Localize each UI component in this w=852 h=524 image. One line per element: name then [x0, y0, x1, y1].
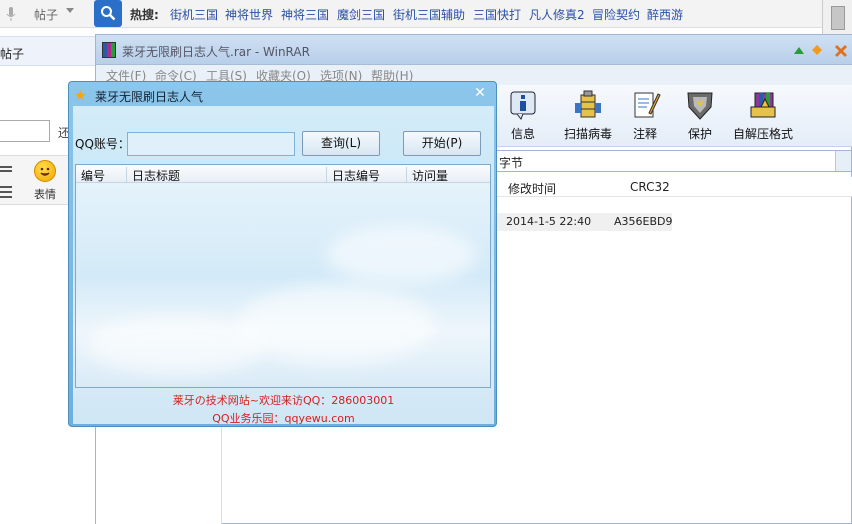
microphone-icon[interactable] — [6, 6, 20, 22]
chevron-down-icon[interactable] — [66, 8, 74, 13]
search-mode-select[interactable]: 帖子 — [34, 6, 58, 23]
protect-shield-icon — [687, 92, 713, 120]
footer-contact: 莱牙の技术网站~欢迎来访QQ：286003001 — [172, 394, 395, 407]
close-button[interactable]: ✕ — [469, 85, 491, 101]
col-title[interactable]: 日志标题 — [126, 167, 326, 183]
hot-link[interactable]: 街机三国 — [170, 6, 218, 23]
qq-label: QQ账号： — [75, 137, 130, 151]
dialog-title: 莱牙无限刷日志人气 — [95, 90, 204, 104]
bullet-list-icon[interactable] — [0, 186, 12, 188]
dialog-body: QQ账号： 查询(L) 开始(P) 编号 日志标题 日志编号 访问量 莱牙の技术… — [73, 106, 494, 426]
start-button[interactable]: 开始(P) — [403, 131, 481, 156]
footer-website[interactable]: QQ业务乐园：qqyewu.com — [73, 410, 494, 426]
info-icon — [510, 91, 536, 120]
hot-link[interactable]: 醉西游 — [647, 6, 683, 23]
comment-button[interactable]: 注释 — [615, 89, 675, 145]
browser-search-bar: 帖子 热搜: 街机三国 神将世界 神将三国 魔剑三国 街机三国辅助 三国快打 凡… — [0, 0, 852, 28]
page-scrollbar[interactable] — [822, 0, 852, 36]
star-icon: ★ — [74, 88, 87, 104]
hot-link[interactable]: 凡人修真2 — [529, 6, 585, 23]
hot-link[interactable]: 神将世界 — [225, 6, 273, 23]
row-modified: 2014-1-5 22:40 — [506, 215, 592, 228]
qq-account-input[interactable] — [127, 132, 295, 156]
emoji-icon[interactable] — [34, 160, 56, 182]
hot-link[interactable]: 三国快打 — [473, 6, 521, 23]
path-field[interactable]: 字节 — [494, 150, 852, 172]
tool-dialog: ★ 莱牙无限刷日志人气 ✕ QQ账号： 查询(L) 开始(P) 编号 日志标题 … — [68, 81, 497, 427]
winrar-title: 莱牙无限刷日志人气 — [122, 45, 231, 59]
col-visits[interactable]: 访问量 — [406, 167, 490, 183]
file-list-header: 修改时间 CRC32 — [494, 177, 852, 197]
col-log-id[interactable]: 日志编号 — [326, 167, 406, 183]
winrar-icon — [102, 42, 116, 58]
hot-search-label: 热搜: — [130, 8, 159, 22]
info-button[interactable]: 信息 — [493, 89, 553, 145]
list-icon[interactable] — [0, 166, 12, 168]
hot-link[interactable]: 魔剑三国 — [337, 6, 385, 23]
hot-link[interactable]: 冒险契约 — [592, 6, 640, 23]
chevron-down-icon[interactable] — [835, 151, 851, 171]
left-tab-label: 帖子 — [0, 47, 25, 61]
sfx-icon — [750, 92, 776, 118]
column-crc[interactable]: CRC32 — [630, 180, 670, 194]
row-crc: A356EBD9 — [614, 215, 673, 228]
query-button[interactable]: 查询(L) — [302, 131, 380, 156]
table-row[interactable]: 2014-1-5 22:40 A356EBD9 — [494, 213, 673, 231]
left-tab[interactable]: 帖子 — [0, 36, 96, 66]
comment-icon — [634, 92, 661, 118]
search-icon — [101, 6, 116, 21]
hot-link[interactable]: 街机三国辅助 — [393, 6, 465, 23]
col-number[interactable]: 编号 — [76, 167, 105, 183]
list-header: 编号 日志标题 日志编号 访问量 — [76, 165, 490, 183]
scan-virus-icon — [575, 90, 601, 118]
close-icon: ✕ — [474, 85, 486, 101]
hot-link[interactable]: 神将三国 — [281, 6, 329, 23]
scan-virus-button[interactable]: 扫描病毒 — [558, 89, 618, 145]
emoji-label: 表情 — [34, 188, 56, 201]
column-modified[interactable]: 修改时间 — [508, 180, 556, 197]
reply-input[interactable] — [0, 120, 50, 142]
winrar-title-suffix: .rar - WinRAR — [230, 45, 310, 59]
window-controls[interactable] — [789, 42, 849, 58]
sfx-button[interactable]: 自解压格式 — [732, 89, 794, 145]
search-button[interactable] — [94, 0, 122, 27]
protect-button[interactable]: 保护 — [670, 89, 730, 145]
winrar-titlebar[interactable]: 莱牙无限刷日志人气.rar - WinRAR — [96, 35, 852, 65]
path-text: 字节 — [499, 156, 524, 170]
result-list[interactable]: 编号 日志标题 日志编号 访问量 — [75, 164, 491, 388]
